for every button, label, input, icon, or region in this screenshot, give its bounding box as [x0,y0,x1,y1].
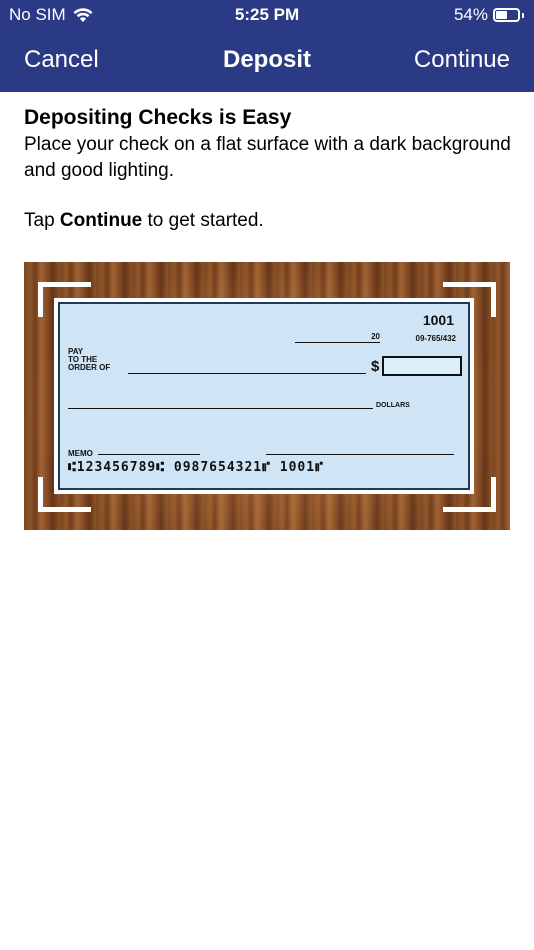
dollar-sign: $ [371,358,380,375]
battery-tip [522,12,524,18]
battery-fill [496,11,507,19]
date-prefix: 20 [371,332,380,341]
sample-check: 1001 09-765/432 20 PAY TO THE ORDER OF $… [54,298,474,494]
pay-label-line3: ORDER OF [68,363,111,372]
intro-section: Depositing Checks is Easy Place your che… [24,104,514,234]
memo-line [98,454,200,455]
status-bar: No SIM 5:25 PM 54% [0,0,534,30]
check-illustration: 1001 09-765/432 20 PAY TO THE ORDER OF $… [24,262,510,530]
micr-line: ⑆123456789⑆ 0987654321⑈ 1001⑈ [68,460,324,475]
instruction-suffix: to get started. [142,210,264,231]
memo-label: MEMO [68,449,93,458]
payee-line [128,373,366,374]
continue-button[interactable]: Continue [414,46,510,74]
check-number: 1001 [422,312,454,328]
battery-percent: 54% [453,5,488,24]
nav-bar: Cancel Deposit Continue [0,30,534,92]
battery-status: 54% [454,5,524,25]
intro-instruction: Tap Continue to get started. [24,208,514,234]
pay-to-label: PAY TO THE ORDER OF [68,348,110,372]
intro-heading: Depositing Checks is Easy [24,106,292,129]
battery-icon [493,8,520,22]
written-amount-line [68,408,373,409]
instruction-bold: Continue [59,210,143,231]
instruction-prefix: Tap [24,210,60,231]
amount-box [382,356,462,376]
check-face: 1001 09-765/432 20 PAY TO THE ORDER OF $… [58,302,470,490]
date-line: 20 [295,332,380,343]
dollars-label: DOLLARS [376,402,410,409]
routing-fraction: 09-765/432 [415,334,456,343]
app-header: No SIM 5:25 PM 54% Cancel Deposit Contin… [0,0,534,92]
signature-line [266,454,454,455]
intro-description: Place your check on a flat surface with … [24,134,511,181]
